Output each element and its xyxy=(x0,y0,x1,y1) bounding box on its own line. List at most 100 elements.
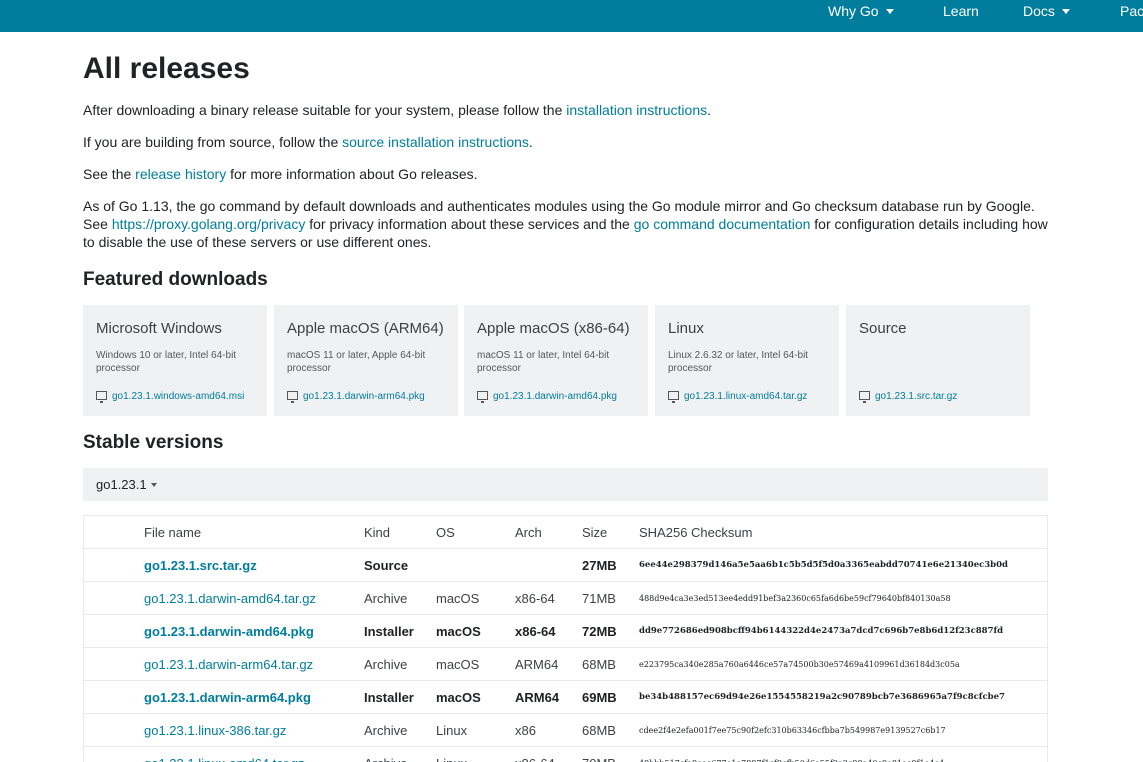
file-checksum: dd9e772686ed908bcff94b6144322d4e2473a7dc… xyxy=(639,626,1004,636)
file-arch: x86-64 xyxy=(515,591,555,606)
card-file-link[interactable]: go1.23.1.darwin-arm64.pkg xyxy=(287,391,425,403)
table-row: go1.23.1.darwin-amd64.pkg Installer macO… xyxy=(84,615,1047,648)
card-title: Apple macOS (x86-64) xyxy=(477,320,630,337)
card-file-name: go1.23.1.linux-amd64.tar.gz xyxy=(684,391,808,402)
card-file-link[interactable]: go1.23.1.windows-amd64.msi xyxy=(96,391,245,403)
file-os: Linux xyxy=(436,723,468,738)
proxy-privacy-link[interactable]: https://proxy.golang.org/privacy xyxy=(112,216,306,232)
file-size: 69MB xyxy=(582,690,617,705)
source-paragraph: If you are building from source, follow … xyxy=(83,133,1048,151)
nav-docs[interactable]: Docs xyxy=(1023,0,1070,32)
file-kind: Archive xyxy=(364,591,408,606)
card-file-name: go1.23.1.src.tar.gz xyxy=(875,391,958,402)
download-file-link[interactable]: go1.23.1.darwin-amd64.tar.gz xyxy=(144,582,316,615)
file-size: 27MB xyxy=(582,558,617,573)
file-os: macOS xyxy=(436,591,480,606)
stable-versions-heading: Stable versions xyxy=(83,432,224,453)
source-text: If you are building from source, follow … xyxy=(83,134,343,150)
file-size: 72MB xyxy=(582,624,617,639)
file-size: 68MB xyxy=(582,723,616,738)
card-file-link[interactable]: go1.23.1.linux-amd64.tar.gz xyxy=(668,391,808,403)
download-file-link[interactable]: go1.23.1.darwin-arm64.pkg xyxy=(144,681,311,714)
featured-card-macos-x86-64[interactable]: Apple macOS (x86-64) macOS 11 or later, … xyxy=(464,305,648,416)
download-file-link[interactable]: go1.23.1.darwin-amd64.pkg xyxy=(144,615,314,648)
column-header-arch: Arch xyxy=(515,525,542,540)
card-file-name: go1.23.1.darwin-amd64.pkg xyxy=(493,391,617,402)
nav-docs-label: Docs xyxy=(1023,3,1055,19)
go-command-docs-link[interactable]: go command documentation xyxy=(634,216,811,232)
file-size: 68MB xyxy=(582,657,616,672)
file-kind: Archive xyxy=(364,657,408,672)
downloads-table: File name Kind OS Arch Size SHA256 Check… xyxy=(83,515,1048,762)
card-title: Source xyxy=(859,320,907,337)
download-file-link[interactable]: go1.23.1.linux-386.tar.gz xyxy=(144,714,286,747)
download-icon xyxy=(859,391,870,403)
intro-text-end: . xyxy=(707,102,712,118)
file-checksum: 49bbb517cfa9eee677e1e7897f1cf9cfb50d6a55… xyxy=(639,747,944,762)
table-row: go1.23.1.darwin-amd64.tar.gz Archive mac… xyxy=(84,582,1047,615)
download-file-link[interactable]: go1.23.1.linux-amd64.tar.gz xyxy=(144,747,304,762)
history-text-end: for more information about Go releases. xyxy=(226,166,478,182)
version-toggle[interactable]: go1.23.1 xyxy=(83,468,1048,501)
file-os: macOS xyxy=(436,690,481,705)
column-header-kind: Kind xyxy=(364,525,391,540)
card-title: Microsoft Windows xyxy=(96,320,222,337)
card-file-name: go1.23.1.windows-amd64.msi xyxy=(112,391,245,402)
release-history-link[interactable]: release history xyxy=(135,166,226,182)
download-file-link[interactable]: go1.23.1.darwin-arm64.tar.gz xyxy=(144,648,313,681)
featured-card-windows[interactable]: Microsoft Windows Windows 10 or later, I… xyxy=(83,305,267,416)
file-arch: ARM64 xyxy=(515,690,560,705)
chevron-down-icon xyxy=(885,9,894,14)
nav-packages-label: Pack xyxy=(1120,3,1143,19)
file-checksum: e223795ca340e285a760a6446ce57a74500b30e5… xyxy=(639,660,960,669)
nav-learn[interactable]: Learn xyxy=(943,0,979,32)
file-kind: Archive xyxy=(364,747,407,762)
file-size: 70MB xyxy=(582,747,616,762)
chevron-down-icon xyxy=(1061,9,1070,14)
file-arch: x86-64 xyxy=(515,624,556,639)
table-row: go1.23.1.linux-amd64.tar.gz Archive Linu… xyxy=(84,747,1047,762)
card-file-link[interactable]: go1.23.1.src.tar.gz xyxy=(859,391,958,403)
installation-instructions-link[interactable]: installation instructions xyxy=(566,102,707,118)
card-title: Linux xyxy=(668,320,704,337)
table-row: go1.23.1.darwin-arm64.pkg Installer macO… xyxy=(84,681,1047,714)
featured-downloads: Microsoft Windows Windows 10 or later, I… xyxy=(83,305,1048,416)
intro-text: After downloading a binary release suita… xyxy=(83,102,567,118)
intro-paragraph: After downloading a binary release suita… xyxy=(83,101,1048,119)
file-checksum: 6ee44e298379d146a5e5aa6b1c5b5d5f5d0a3365… xyxy=(639,560,1008,570)
version-selector[interactable]: go1.23.1 xyxy=(96,477,157,492)
nav-why-go[interactable]: Why Go xyxy=(828,0,894,32)
download-icon xyxy=(287,391,298,403)
table-row: go1.23.1.linux-386.tar.gz Archive Linux … xyxy=(84,714,1047,747)
file-arch: x86 xyxy=(515,723,536,738)
history-text: See the xyxy=(83,166,136,182)
file-kind: Source xyxy=(364,558,409,573)
table-header-row: File name Kind OS Arch Size SHA256 Check… xyxy=(84,516,1047,549)
download-icon xyxy=(668,391,679,403)
card-description: macOS 11 or later, Apple 64-bit processo… xyxy=(287,350,426,374)
featured-card-macos-arm64[interactable]: Apple macOS (ARM64) macOS 11 or later, A… xyxy=(274,305,458,416)
version-label: go1.23.1 xyxy=(96,477,147,492)
top-nav-bar: Why Go Learn Docs Pack xyxy=(0,0,1143,32)
file-checksum: be34b488157ec69d94e26e1554558219a2c90789… xyxy=(639,692,1005,702)
privacy-text-middle: for privacy information about these serv… xyxy=(305,216,634,232)
file-os: macOS xyxy=(436,624,481,639)
nav-learn-label: Learn xyxy=(943,3,979,19)
source-installation-link[interactable]: source installation instructions xyxy=(342,134,529,150)
nav-packages[interactable]: Pack xyxy=(1120,0,1143,32)
page-title: All releases xyxy=(83,52,250,85)
card-file-name: go1.23.1.darwin-arm64.pkg xyxy=(303,391,425,402)
card-title: Apple macOS (ARM64) xyxy=(287,320,444,337)
file-kind: Archive xyxy=(364,723,408,738)
download-file-link[interactable]: go1.23.1.src.tar.gz xyxy=(144,549,257,582)
card-file-link[interactable]: go1.23.1.darwin-amd64.pkg xyxy=(477,391,617,403)
nav-why-go-label: Why Go xyxy=(828,3,879,19)
featured-card-source[interactable]: Source go1.23.1.src.tar.gz xyxy=(846,305,1030,416)
featured-card-linux[interactable]: Linux Linux 2.6.32 or later, Intel 64-bi… xyxy=(655,305,839,416)
column-header-file: File name xyxy=(144,525,202,540)
file-checksum: 488d9e4ca3e3ed513ee4edd91bef3a2360c65fa6… xyxy=(639,594,951,603)
card-description: Linux 2.6.32 or later, Intel 64-bit proc… xyxy=(668,350,809,374)
caret-down-icon xyxy=(150,483,157,487)
card-description: macOS 11 or later, Intel 64-bit processo… xyxy=(477,350,610,374)
file-kind: Installer xyxy=(364,624,414,639)
